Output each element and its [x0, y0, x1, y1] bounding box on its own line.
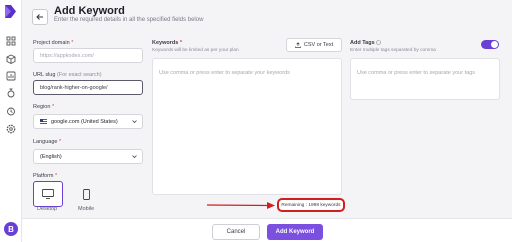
keywords-textarea[interactable]: Use comma or press enter to separate you…: [152, 58, 342, 195]
url-slug-label: URL slug (For exact search): [33, 72, 102, 78]
app-logo[interactable]: [5, 5, 16, 18]
remaining-keywords-badge: Remaining : 1998 keywords: [277, 198, 345, 212]
tags-hint: Enter multiple tags separated by comma: [350, 48, 436, 53]
tools-icon[interactable]: [6, 88, 16, 98]
settings-icon[interactable]: [6, 124, 16, 134]
arrow-left-icon: [36, 14, 43, 20]
page-subtitle: Enter the required details in all the sp…: [54, 17, 204, 23]
url-slug-input[interactable]: blog/rank-higher-on-google/: [33, 80, 143, 95]
chart-icon[interactable]: [6, 71, 16, 81]
box-icon[interactable]: [6, 54, 16, 64]
sidebar: B: [0, 0, 22, 242]
keywords-label: Keywords *: [152, 40, 182, 46]
platform-mobile-label: Mobile: [78, 206, 95, 212]
back-button[interactable]: [32, 9, 48, 25]
grid-icon[interactable]: [6, 36, 16, 46]
tags-label: Add Tags: [350, 40, 381, 46]
project-domain-input[interactable]: https://appkodes.com/: [33, 48, 143, 63]
chevron-down-icon: [132, 120, 137, 124]
platform-desktop-option[interactable]: [33, 181, 63, 207]
tags-toggle[interactable]: [481, 40, 499, 49]
add-keyword-button[interactable]: Add Keyword: [267, 224, 323, 240]
annotation-arrow-icon: [206, 202, 275, 209]
language-label: Language *: [33, 139, 62, 145]
region-select[interactable]: google.com (United States): [33, 114, 143, 129]
region-label: Region *: [33, 104, 55, 110]
platform-desktop-label: Desktop: [37, 206, 58, 212]
info-icon: [376, 40, 381, 45]
desktop-icon: [42, 189, 54, 199]
upload-icon: [295, 42, 301, 48]
platform-mobile-option[interactable]: [71, 181, 101, 207]
chevron-down-icon: [132, 155, 137, 159]
language-select[interactable]: (English): [33, 149, 143, 164]
page-title: Add Keyword: [54, 5, 125, 17]
platform-label: Platform *: [33, 173, 58, 179]
cancel-button[interactable]: Cancel: [212, 224, 260, 240]
tags-textarea[interactable]: Use comma or press enter to separate you…: [350, 58, 500, 100]
keywords-hint: Keywords will be limited as per your pla…: [152, 48, 239, 53]
timer-icon[interactable]: [6, 106, 16, 116]
avatar[interactable]: B: [4, 222, 18, 236]
project-domain-label: Project domain *: [33, 40, 74, 46]
mobile-icon: [82, 188, 90, 200]
csv-upload-button[interactable]: CSV or Text: [286, 38, 342, 52]
us-flag-icon: [40, 119, 47, 124]
